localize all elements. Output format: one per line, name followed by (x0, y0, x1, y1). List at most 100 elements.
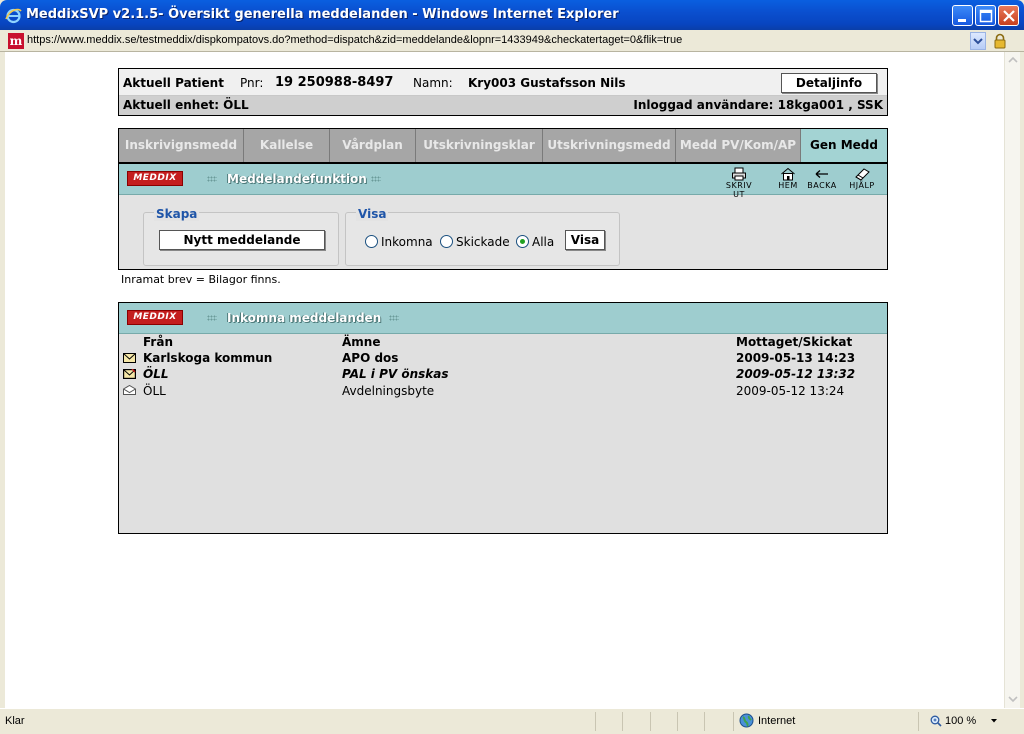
header-date: Mottaget/Skickat (736, 335, 853, 349)
status-divider (733, 712, 734, 731)
name-label: Namn: (413, 76, 453, 90)
messages-panel: MEDDIX Inkomna meddelanden Från Ämne Mot… (118, 302, 888, 534)
title-bar: MeddixSVP v2.1.5- Översikt generella med… (0, 0, 1024, 30)
pnr-label: Pnr: (240, 76, 264, 90)
header-from: Från (143, 335, 173, 349)
zoom-icon (930, 715, 942, 727)
lock-icon[interactable] (992, 33, 1008, 49)
detaljinfo-button[interactable]: Detaljinfo (781, 73, 877, 93)
close-button[interactable] (998, 5, 1019, 26)
zone-text: Internet (758, 715, 796, 727)
radio-skickade[interactable] (440, 235, 453, 248)
maximize-button[interactable] (975, 5, 996, 26)
envelope-attachment-icon (123, 369, 136, 379)
envelope-icon (123, 353, 136, 363)
address-dropdown-button[interactable] (970, 32, 986, 50)
message-date: 2009-05-12 13:24 (736, 384, 845, 398)
meddix-logo: MEDDIX (127, 171, 183, 186)
minimize-icon (958, 19, 966, 22)
maximize-icon (979, 9, 993, 23)
globe-icon (739, 713, 754, 728)
message-date: 2009-05-12 13:32 (736, 367, 856, 381)
show-legend: Visa (356, 207, 389, 221)
radio-inkomna[interactable] (365, 235, 378, 248)
back-label: BACKA (807, 181, 837, 190)
address-bar[interactable]: m https://www.meddix.se/testmeddix/dispk… (0, 30, 1024, 52)
zoom-level[interactable]: 100 % (945, 715, 976, 727)
tab-bar: Inskrivignsmedd Kallelse Vårdplan Utskri… (118, 128, 888, 163)
message-from[interactable]: ÖLL (143, 384, 166, 398)
radio-skickade-label: Skickade (456, 235, 510, 249)
scroll-down-icon[interactable] (1006, 691, 1020, 706)
radio-alla[interactable] (516, 235, 529, 248)
address-url[interactable]: https://www.meddix.se/testmeddix/dispkom… (27, 34, 682, 46)
message-from[interactable]: ÖLL (143, 367, 169, 381)
create-group: Skapa Nytt meddelande (143, 207, 339, 266)
show-button[interactable]: Visa (565, 230, 605, 250)
message-subject[interactable]: APO dos (342, 351, 398, 365)
panel-header: MEDDIX Inkomna meddelanden (119, 303, 887, 334)
help-label: HJÄLP (849, 181, 875, 190)
home-icon (781, 167, 795, 181)
vertical-scrollbar[interactable] (1004, 52, 1020, 708)
tab-utskrivningsmedd[interactable]: Utskrivningsmedd (543, 129, 676, 162)
printer-icon (732, 167, 746, 181)
status-divider (595, 712, 596, 731)
new-message-button[interactable]: Nytt meddelande (159, 230, 325, 250)
attachment-note: Inramat brev = Bilagor finns. (121, 273, 281, 286)
radio-inkomna-label: Inkomna (381, 235, 433, 249)
current-unit: Aktuell enhet: ÖLL (123, 98, 249, 112)
print-tool[interactable]: SKRIV UT (723, 167, 755, 199)
patient-row: Aktuell Patient Pnr: 19 250988-8497 Namn… (119, 69, 887, 96)
status-divider (918, 712, 919, 731)
back-arrow-icon (815, 170, 828, 178)
pnr-value: 19 250988-8497 (275, 75, 394, 90)
tab-utskrivningsklar[interactable]: Utskrivningsklar (416, 129, 543, 162)
site-favicon: m (8, 33, 24, 49)
status-divider (704, 712, 705, 731)
panel-header: MEDDIX Meddelandefunktion SKRIV UT HEM B… (119, 164, 887, 199)
message-function-panel: MEDDIX Meddelandefunktion SKRIV UT HEM B… (118, 163, 888, 270)
patient-heading: Aktuell Patient (123, 76, 224, 90)
dots-decoration (207, 176, 217, 182)
show-group: Visa Inkomna Skickade Alla Visa (345, 207, 620, 266)
patient-info: Aktuell Patient Pnr: 19 250988-8497 Namn… (118, 68, 888, 116)
help-tool[interactable]: HJÄLP (845, 167, 879, 190)
tab-kallelse[interactable]: Kallelse (244, 129, 330, 162)
print-label: SKRIV UT (725, 181, 753, 199)
tab-gen-medd[interactable]: Gen Medd (801, 129, 887, 162)
message-subject[interactable]: PAL i PV önskas (342, 367, 449, 381)
name-value: Kry003 Gustafsson Nils (468, 76, 626, 90)
meddix-logo: MEDDIX (127, 310, 183, 325)
tab-vardplan[interactable]: Vårdplan (330, 129, 416, 162)
help-book-icon (855, 168, 870, 181)
status-divider (622, 712, 623, 731)
header-subject: Ämne (342, 335, 381, 349)
open-envelope-icon (123, 385, 136, 395)
back-tool[interactable]: BACKA (805, 167, 839, 190)
message-from[interactable]: Karlskoga kommun (143, 351, 272, 365)
message-date: 2009-05-13 14:23 (736, 351, 856, 365)
status-bar: Klar Internet 100 % (0, 708, 1024, 734)
tab-medd-pv-kom-ap[interactable]: Medd PV/Kom/AP (676, 129, 801, 162)
scroll-up-icon[interactable] (1006, 53, 1020, 68)
dots-decoration (389, 315, 399, 321)
status-divider (650, 712, 651, 731)
panel-title: Meddelandefunktion (227, 172, 367, 186)
radio-alla-label: Alla (532, 235, 555, 249)
tab-inskrivningsmedd[interactable]: Inskrivignsmedd (119, 129, 244, 162)
create-legend: Skapa (154, 207, 200, 221)
message-subject[interactable]: Avdelningsbyte (342, 384, 434, 398)
unit-row: Aktuell enhet: ÖLL Inloggad användare: 1… (119, 96, 887, 115)
status-text: Klar (5, 715, 25, 727)
chevron-down-icon (973, 38, 983, 45)
close-icon (1003, 10, 1015, 22)
home-tool[interactable]: HEM (777, 167, 799, 190)
dots-decoration (207, 315, 217, 321)
status-divider (677, 712, 678, 731)
window-title: MeddixSVP v2.1.5- Översikt generella med… (26, 7, 619, 22)
chevron-down-icon[interactable] (990, 718, 998, 724)
logged-in-user: Inloggad användare: 18kga001 , SSK (633, 98, 883, 112)
home-label: HEM (778, 181, 798, 190)
minimize-button[interactable] (952, 5, 973, 26)
